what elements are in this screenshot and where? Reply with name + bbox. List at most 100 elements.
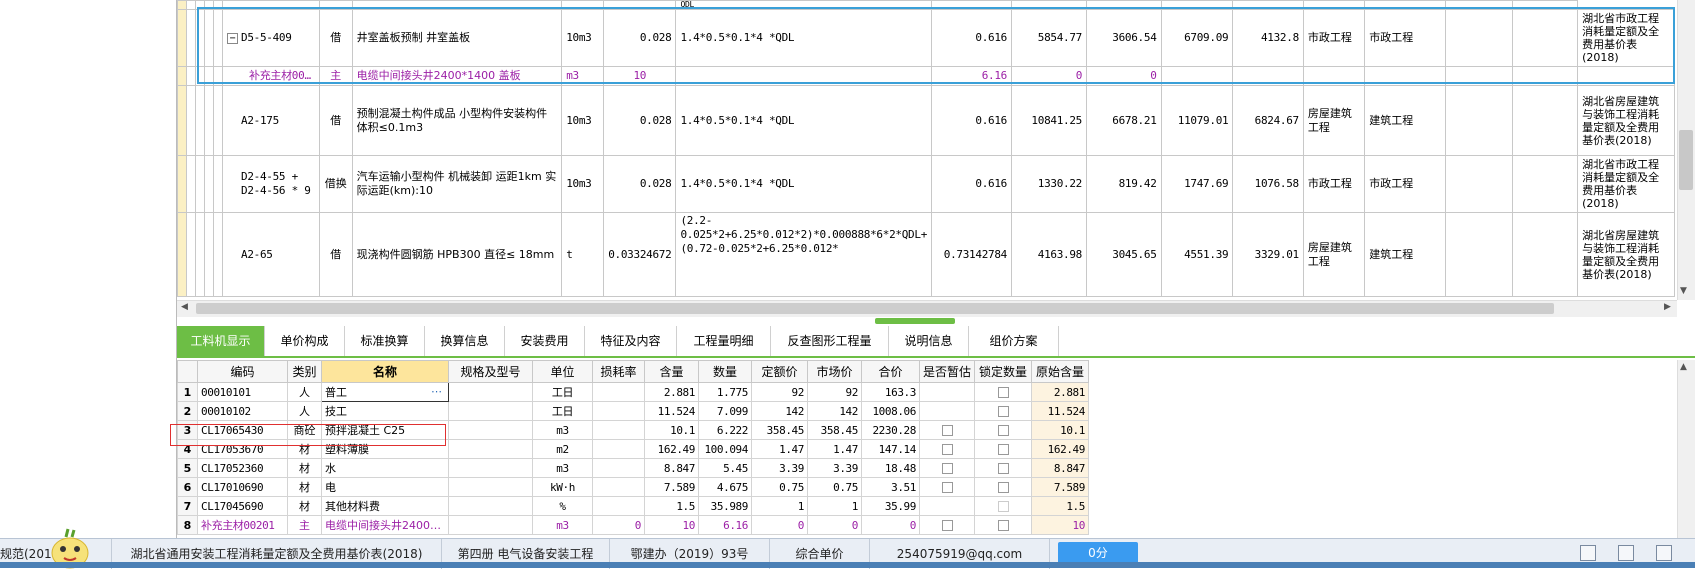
row-number[interactable]: 7	[177, 496, 198, 516]
is-estimate-checkbox[interactable]	[919, 515, 975, 535]
lock-qty-checkbox[interactable]	[974, 420, 1032, 440]
fullscreen-icon[interactable]	[1656, 545, 1672, 561]
resource-content[interactable]: 10.1	[644, 420, 699, 440]
resource-market-price[interactable]: 1.47	[807, 439, 862, 459]
col-header-original-content[interactable]: 原始含量	[1031, 360, 1089, 383]
col-header-category[interactable]: 类别	[287, 360, 322, 383]
checkbox-icon[interactable]	[997, 387, 1009, 398]
lock-qty-checkbox[interactable]	[974, 382, 1032, 402]
resource-row[interactable]: 8 补充主材00201 主电缆中间接头井2400… m3 0 10 6.16 0 0 0 10	[177, 515, 1089, 535]
resource-row[interactable]: 1 00010101 人普工 ⋯ 工日 2.881 1.775 92 92 163.3 2.881	[177, 382, 1089, 402]
is-estimate-checkbox[interactable]	[919, 401, 975, 421]
table-row[interactable]: 补充主材00… 主 电缆中间接头井2400*1400 盖板 m3 10 6.16…	[177, 66, 1675, 86]
row-number[interactable]: 6	[177, 477, 198, 497]
resource-row[interactable]: 3 CL17065430 商砼 预拌混凝土 C25 m3 10.1 6.222 358.45 3…	[177, 420, 1089, 440]
lock-qty-checkbox[interactable]	[974, 401, 1032, 421]
table-row[interactable]: − D5-5-409 借 井室盖板预制 井室盖板 10m3 0.028 1.4*0…	[177, 9, 1675, 67]
resource-content[interactable]: 1.5	[644, 496, 699, 516]
resource-market-price[interactable]: 358.45	[807, 420, 862, 440]
col-header-code[interactable]: 编码	[197, 360, 288, 383]
table-row[interactable]: A2-65 借 现浇构件圆钢筋 HPB300 直径≤ 18mm t 0.0332…	[177, 212, 1675, 297]
resource-market-price[interactable]: 3.39	[807, 458, 862, 478]
col-header-unit[interactable]: 单位	[532, 360, 593, 383]
quota-items-grid[interactable]: QDL − D5-5-409 借 井室盖板预制 井室盖板 10m3 0.028 1…	[177, 0, 1675, 300]
col-header-total[interactable]: 合价	[861, 360, 920, 383]
row-number[interactable]: 8	[177, 515, 198, 535]
checkbox-icon[interactable]	[997, 501, 1009, 512]
table-row[interactable]: A2-175 借 预制混凝土构件成品 小型构件安装构件体积≤0.1m3 10m3…	[177, 85, 1675, 156]
checkbox-icon[interactable]	[997, 463, 1009, 474]
upper-horizontal-scroll-thumb[interactable]	[196, 303, 1554, 314]
resource-name[interactable]: 普工 ⋯	[321, 382, 449, 402]
is-estimate-checkbox[interactable]	[919, 477, 975, 497]
tab-quantity-detail[interactable]: 工程量明细	[677, 326, 771, 356]
resource-content[interactable]: 162.49	[644, 439, 699, 459]
tab-conversion-info[interactable]: 换算信息	[425, 326, 505, 356]
resource-row[interactable]: 7 CL17045690 材其他材料费% 1.5 35.989 1 1 35.99 1.5	[177, 496, 1089, 516]
tab-features-content[interactable]: 特征及内容	[585, 326, 677, 356]
col-header-market-price[interactable]: 市场价	[807, 360, 862, 383]
resource-name[interactable]: 电	[321, 477, 449, 497]
col-header-loss-rate[interactable]: 损耗率	[592, 360, 645, 383]
lock-qty-checkbox[interactable]	[974, 496, 1032, 516]
resource-row[interactable]: 4 CL17053670 材塑料薄膜 m2 162.49 100.094 1.47 1.47 1…	[177, 439, 1089, 459]
collapse-icon[interactable]: −	[227, 33, 238, 44]
resource-content[interactable]: 10	[644, 515, 699, 535]
resource-name[interactable]: 水	[321, 458, 449, 478]
row-number[interactable]: 5	[177, 458, 198, 478]
resource-name[interactable]: 其他材料费	[321, 496, 449, 516]
tab-pricing-scheme[interactable]: 组价方案	[969, 326, 1059, 356]
row-number[interactable]: 1	[177, 382, 198, 402]
lock-qty-checkbox[interactable]	[974, 458, 1032, 478]
scroll-left-arrow-icon[interactable]: ◀	[181, 302, 188, 312]
checkbox-icon[interactable]	[941, 425, 953, 436]
grid-view-icon[interactable]	[1618, 545, 1634, 561]
is-estimate-checkbox[interactable]	[919, 382, 975, 402]
col-header-is-estimate[interactable]: 是否暂估	[919, 360, 975, 383]
resource-detail-grid[interactable]: 编码 类别 名称 规格及型号 单位 损耗率 含量 数量 定额价 市场价 合价 是…	[177, 360, 1677, 538]
is-estimate-checkbox[interactable]	[919, 458, 975, 478]
col-header-name[interactable]: 名称	[321, 360, 449, 383]
row-number[interactable]: 4	[177, 439, 198, 459]
tab-standard-conversion[interactable]: 标准换算	[345, 326, 425, 356]
is-estimate-checkbox[interactable]	[919, 420, 975, 440]
checkbox-icon[interactable]	[997, 444, 1009, 455]
row-number[interactable]: 3	[177, 420, 198, 440]
is-estimate-checkbox[interactable]	[919, 496, 975, 516]
resource-name[interactable]: 技工	[321, 401, 449, 421]
col-header-content[interactable]: 含量	[644, 360, 699, 383]
col-header-spec[interactable]: 规格及型号	[448, 360, 533, 383]
tab-reverse-graphic-quantity[interactable]: 反查图形工程量	[771, 326, 889, 356]
name-picker-button[interactable]: ⋯	[431, 384, 442, 401]
resource-market-price[interactable]: 1	[807, 496, 862, 516]
resource-name[interactable]: 预拌混凝土 C25	[321, 420, 449, 440]
lower-vertical-scrollbar[interactable]	[1677, 360, 1695, 538]
upper-vertical-scroll-thumb[interactable]	[1679, 130, 1693, 190]
window-layout-icon[interactable]	[1580, 545, 1596, 561]
resource-row[interactable]: 2 00010102 人技工 工日 11.524 7.099 142 142 1008.06 11…	[177, 401, 1089, 421]
tab-installation-fee[interactable]: 安装费用	[505, 326, 585, 356]
resource-row[interactable]: 6 CL17010690 材电 kW·h 7.589 4.675 0.75 0.75 3.51 7…	[177, 477, 1089, 497]
resource-name[interactable]: 电缆中间接头井2400…	[321, 515, 449, 535]
resource-market-price[interactable]: 92	[807, 382, 862, 402]
checkbox-icon[interactable]	[941, 444, 953, 455]
is-estimate-checkbox[interactable]	[919, 439, 975, 459]
checkbox-icon[interactable]	[941, 463, 953, 474]
lock-qty-checkbox[interactable]	[974, 477, 1032, 497]
checkbox-icon[interactable]	[997, 482, 1009, 493]
resource-market-price[interactable]: 142	[807, 401, 862, 421]
lock-qty-checkbox[interactable]	[974, 439, 1032, 459]
resource-content[interactable]: 2.881	[644, 382, 699, 402]
col-header-quota-price[interactable]: 定额价	[751, 360, 808, 383]
resource-content[interactable]: 7.589	[644, 477, 699, 497]
checkbox-icon[interactable]	[941, 520, 953, 531]
checkbox-icon[interactable]	[997, 406, 1009, 417]
table-row[interactable]: D2-4-55 + D2-4-56 * 9 借换 汽车运输小型构件 机械装卸 运…	[177, 155, 1675, 213]
pane-splitter-handle[interactable]	[875, 318, 955, 324]
checkbox-icon[interactable]	[997, 425, 1009, 436]
checkbox-icon[interactable]	[941, 482, 953, 493]
scroll-right-arrow-icon[interactable]: ▶	[1664, 302, 1671, 312]
col-header-quantity[interactable]: 数量	[698, 360, 752, 383]
tab-labor-material-machine[interactable]: 工料机显示	[177, 326, 265, 356]
scroll-down-arrow-icon[interactable]: ▼	[1680, 286, 1687, 296]
